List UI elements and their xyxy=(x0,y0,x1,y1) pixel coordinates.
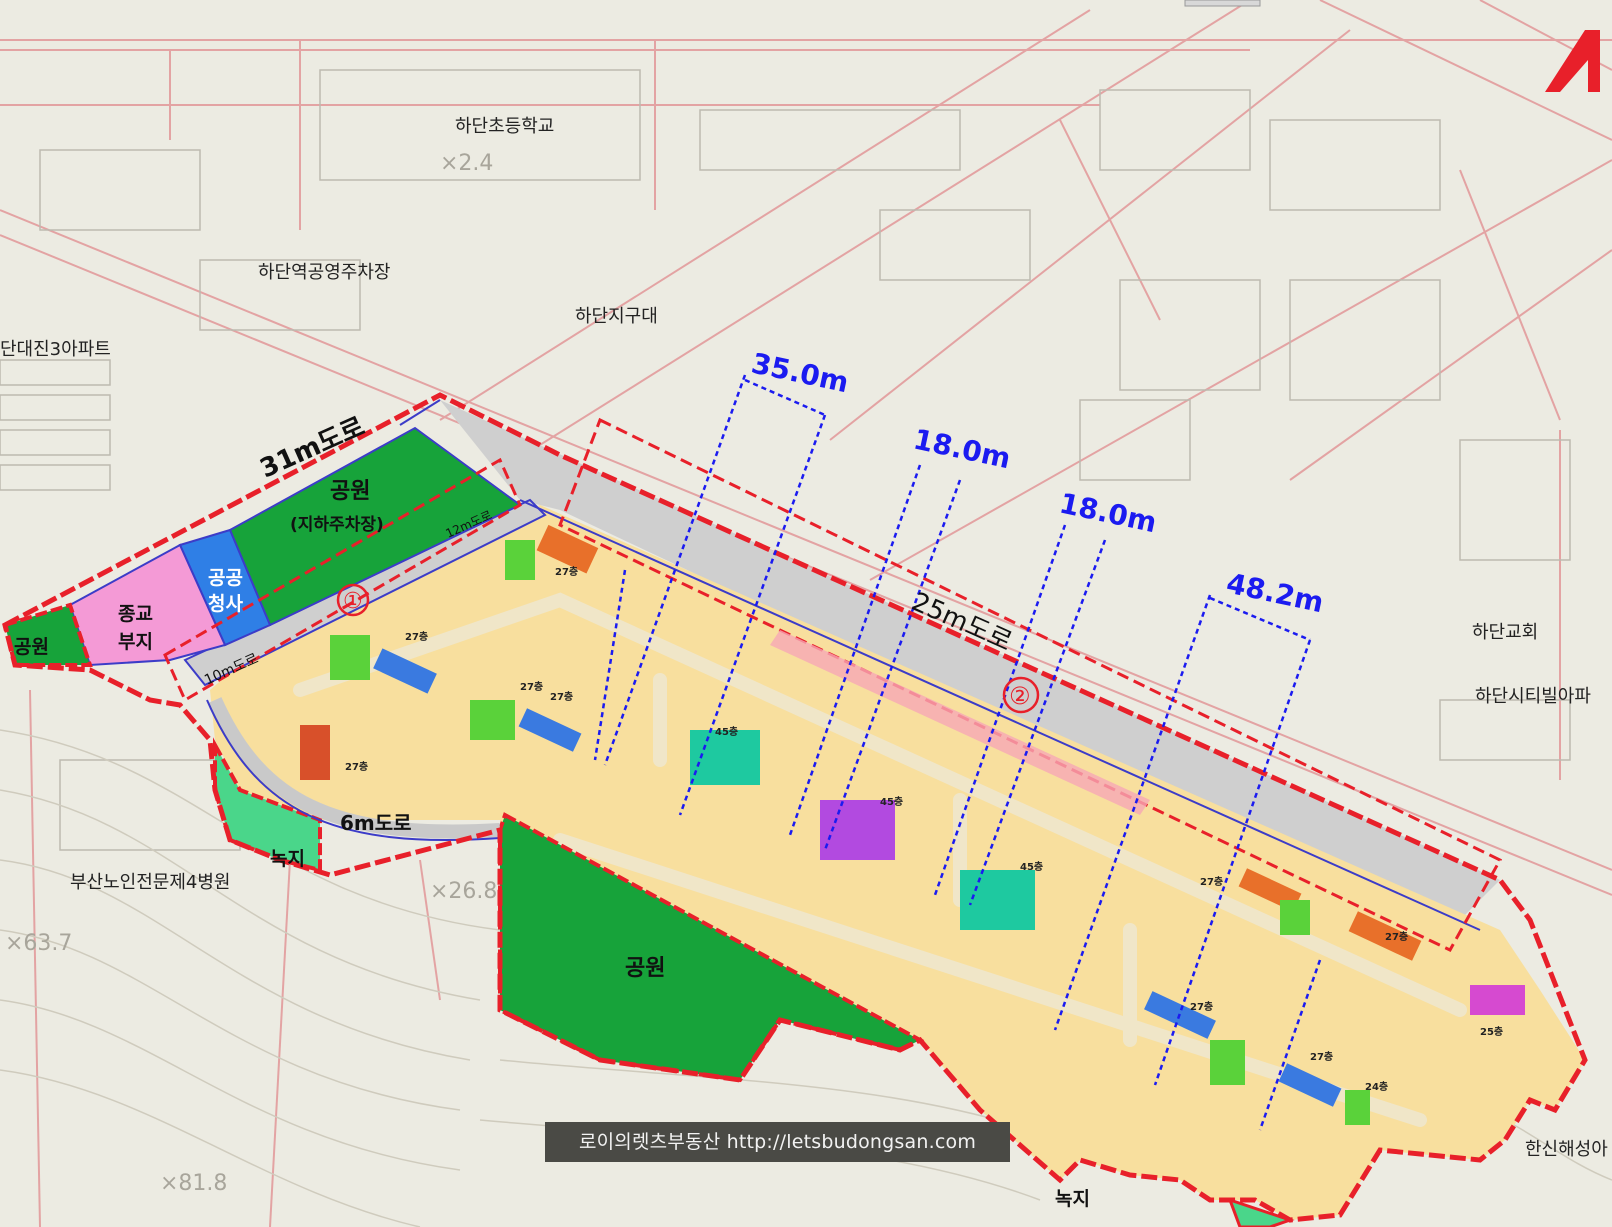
building-block xyxy=(1210,1040,1245,1085)
building-block xyxy=(1280,900,1310,935)
floor-label: 27층 xyxy=(405,630,428,643)
floor-label: 27층 xyxy=(345,760,368,773)
building-block xyxy=(1345,1090,1370,1125)
zone-park-small-label: 공원 xyxy=(14,636,49,658)
building-block xyxy=(470,700,515,740)
floor-label: 45층 xyxy=(880,795,903,808)
floor-label: 27층 xyxy=(550,690,573,703)
marker-1: ① xyxy=(343,589,363,614)
label-station-parking: 하단역공영주차장 xyxy=(258,262,390,283)
building-block xyxy=(960,870,1035,930)
zone-park-south-label: 공원 xyxy=(625,956,665,981)
road-6m-label: 6m도로 xyxy=(340,811,412,835)
zone-park-main-sublabel: (지하주차장) xyxy=(290,515,384,535)
building-block xyxy=(330,635,370,680)
label-church: 하단교회 xyxy=(1472,622,1538,643)
label-apartment-daejin: 단대진3아파트 xyxy=(0,339,111,360)
label-hospital: 부산노인전문제4병원 xyxy=(70,872,231,893)
floor-label: 27층 xyxy=(1200,875,1223,888)
zone-public-office-label-1: 공공 xyxy=(208,567,243,589)
spot-height: ×63.7 xyxy=(5,931,72,956)
zone-public-office-label-2: 청사 xyxy=(208,593,243,615)
floor-label: 45층 xyxy=(1020,860,1043,873)
spot-height: ×26.8 xyxy=(430,879,497,904)
label-police: 하단지구대 xyxy=(575,306,658,327)
zone-green-2-label: 녹지 xyxy=(1055,1188,1090,1210)
label-hanshin: 한신해성아 xyxy=(1525,1139,1608,1160)
zone-park-main-label: 공원 xyxy=(330,479,370,504)
building-block xyxy=(505,540,535,580)
spot-height: ×81.8 xyxy=(160,1171,227,1196)
floor-label: 27층 xyxy=(555,565,578,578)
floor-label: 27층 xyxy=(1310,1050,1333,1063)
label-school: 하단초등학교 xyxy=(455,116,554,137)
zone-religious-label-1: 종교 xyxy=(118,603,153,625)
label-city-building: 하단시티빌아파 xyxy=(1475,686,1591,707)
floor-label: 27층 xyxy=(520,680,543,693)
building-block xyxy=(300,725,330,780)
building-block xyxy=(1470,985,1525,1015)
marker-2: ② xyxy=(1009,682,1031,710)
floor-label: 25층 xyxy=(1480,1025,1503,1038)
site-plan-map: 27층 27층 27층 27층 27층 45층 45층 45층 27층 27층 … xyxy=(0,0,1612,1227)
floor-label: 45층 xyxy=(715,725,738,738)
zone-green-1-label: 녹지 xyxy=(270,848,305,870)
floor-label: 27층 xyxy=(1385,930,1408,943)
floor-label: 27층 xyxy=(1190,1000,1213,1013)
watermark-caption: 로이의렛츠부동산 http://letsbudongsan.com xyxy=(545,1122,1010,1162)
floor-label: 24층 xyxy=(1365,1080,1388,1093)
zone-religious-label-2: 부지 xyxy=(118,631,153,653)
spot-height: ×2.4 xyxy=(440,151,493,176)
